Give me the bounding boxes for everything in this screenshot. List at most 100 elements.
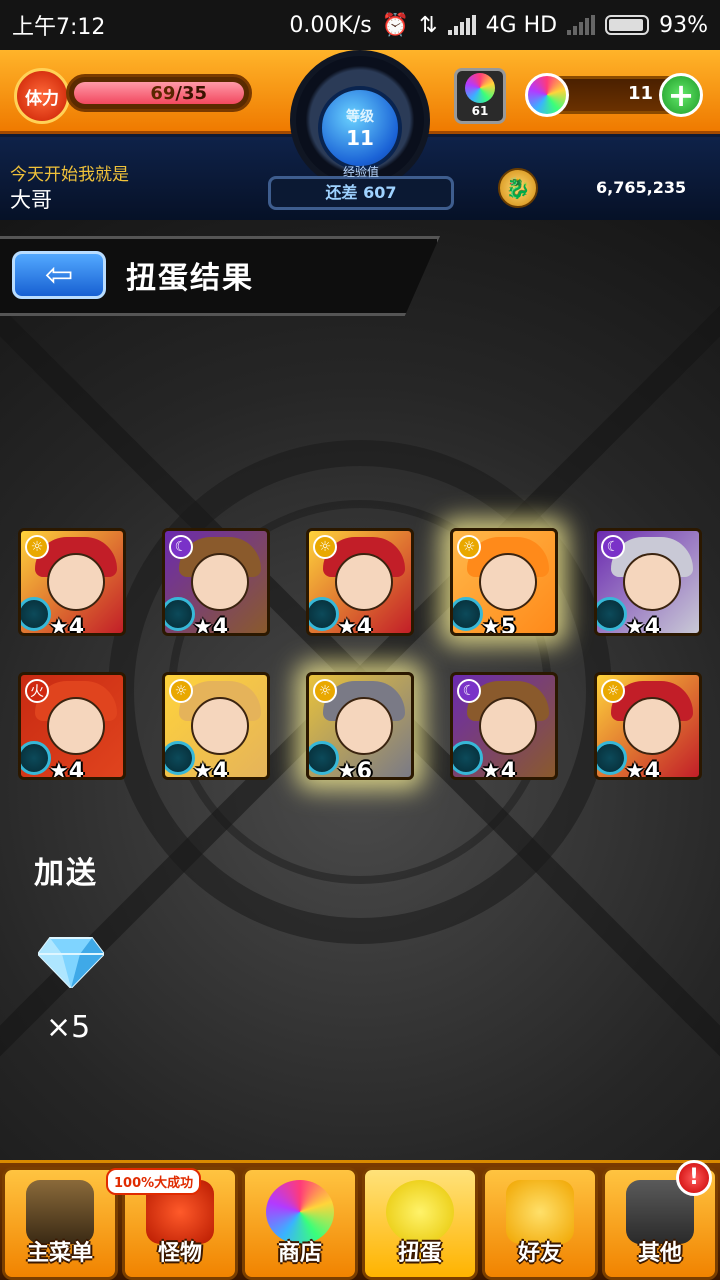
monster-face [623, 553, 681, 611]
result-card[interactable]: ☼ ★4 [306, 528, 414, 636]
orb-count: 61 [471, 104, 489, 118]
result-card[interactable]: ☼ ★6 [306, 672, 414, 780]
monster-face [191, 697, 249, 755]
coin-count: 6,765,235 [596, 178, 687, 197]
rarity-stars: ★4 [625, 759, 661, 780]
result-card[interactable]: ☼ ★4 [594, 672, 702, 780]
result-card[interactable]: ☾ ★4 [594, 528, 702, 636]
nav-item-friends[interactable]: 好友 [482, 1167, 598, 1280]
signal-icon [447, 15, 476, 35]
nav-label: 其他 [637, 1241, 682, 1266]
promo-badge: 100%大成功 [106, 1168, 202, 1195]
result-card[interactable]: 火 ★4 [18, 672, 126, 780]
result-card[interactable]: ☾ ★4 [450, 672, 558, 780]
monster-type-badge-icon [309, 597, 339, 631]
bonus-count: ×5 [46, 1010, 91, 1045]
page-title: 扭蛋结果 [126, 261, 254, 296]
rarity-stars: ★5 [481, 615, 517, 636]
level-indicator[interactable]: 等级 11 [318, 86, 402, 170]
dark-element-icon: ☾ [601, 535, 625, 559]
rarity-stars: ★4 [337, 615, 373, 636]
gem-bar: 11 + [525, 73, 703, 117]
orb-icon [465, 73, 495, 103]
monster-type-badge-icon [309, 741, 339, 775]
nav-item-orb[interactable]: 商店 [242, 1167, 358, 1280]
monster-type-badge-icon [453, 597, 483, 631]
level-label: 等级 [346, 109, 374, 125]
player-name: 大哥 [10, 188, 52, 212]
add-gems-button[interactable]: + [659, 73, 703, 117]
alert-badge: ! [676, 1160, 712, 1196]
exp-remaining: 还差 607 [325, 183, 397, 202]
player-motto: 今天开始我就是 [10, 165, 129, 185]
result-card[interactable]: ☾ ★4 [162, 528, 270, 636]
monster-type-badge-icon [165, 597, 195, 631]
result-card[interactable]: ☼ ★4 [162, 672, 270, 780]
gem-icon [525, 73, 569, 117]
gem-count: 11 [627, 83, 653, 104]
monster-type-badge-icon [165, 741, 195, 775]
battery-icon [605, 15, 650, 35]
monster-face [47, 553, 105, 611]
nav-label: 怪物 [157, 1241, 202, 1266]
nav-item-egg[interactable]: 扭蛋 [362, 1167, 478, 1280]
rarity-stars: ★4 [193, 759, 229, 780]
exp-box: 经验值 还差 607 [268, 165, 454, 210]
bonus-label: 加送 [34, 856, 98, 891]
rarity-stars: ★4 [625, 615, 661, 636]
dark-element-icon: ☾ [169, 535, 193, 559]
fire-element-icon: 火 [25, 679, 49, 703]
stamina-value: 69/35 [150, 83, 207, 104]
gacha-result-screen: ⇦ 扭蛋结果 ☼ ★4 ☾ ★4 ☼ ★4 ☼ ★5 ☾ ★4 火 ★4 ☼ ★4 ☼ ★6 ☾ ★4 ☼ ★4 加送… [0, 220, 720, 1160]
dark-element-icon: ☾ [457, 679, 481, 703]
orb-counter[interactable]: 61 [454, 68, 506, 124]
rarity-stars: ★6 [337, 759, 373, 780]
status-time: 上午7:12 [12, 15, 106, 40]
light-element-icon: ☼ [313, 679, 337, 703]
nav-item-gate[interactable]: 主菜单 [2, 1167, 118, 1280]
nav-label: 主菜单 [26, 1241, 93, 1266]
monster-face [47, 697, 105, 755]
rarity-stars: ★4 [49, 615, 85, 636]
monster-type-badge-icon [453, 741, 483, 775]
network-type: 4G HD [485, 12, 558, 38]
light-element-icon: ☼ [601, 679, 625, 703]
result-card[interactable]: ☼ ★4 [18, 528, 126, 636]
monster-type-badge-icon [597, 597, 627, 631]
signal-secondary-icon [567, 15, 596, 35]
nav-label: 商店 [277, 1241, 322, 1266]
monster-type-badge-icon [21, 741, 51, 775]
status-bar: 上午7:12 0.00K/s ⏰ ⇅ 4G HD 93% [0, 0, 720, 50]
level-value: 11 [346, 126, 374, 150]
monster-type-badge-icon [21, 597, 51, 631]
status-right: 0.00K/s ⏰ ⇅ 4G HD 93% [289, 13, 708, 38]
rarity-stars: ★4 [49, 759, 85, 780]
stamina-icon: 体力 [14, 68, 70, 124]
coin-icon: 🐉 [498, 168, 538, 208]
light-element-icon: ☼ [457, 535, 481, 559]
back-arrow-icon: ⇦ [44, 255, 74, 295]
alarm-icon: ⏰ [381, 12, 410, 38]
network-speed: 0.00K/s [289, 12, 372, 38]
stamina-bar: 69/35 [66, 74, 252, 112]
nav-label: 好友 [517, 1241, 562, 1266]
stamina-label: 体力 [25, 88, 59, 109]
battery-percent: 93% [659, 12, 708, 38]
monster-face [479, 697, 537, 755]
light-element-icon: ☼ [25, 535, 49, 559]
monster-face [335, 553, 393, 611]
rarity-stars: ★4 [193, 615, 229, 636]
result-card[interactable]: ☼ ★5 [450, 528, 558, 636]
game-header: 体力 69/35 等级 11 经验值 还差 607 61 11 + 今天开始我就… [0, 50, 720, 220]
light-element-icon: ☼ [313, 535, 337, 559]
monster-face [479, 553, 537, 611]
monster-face [335, 697, 393, 755]
monster-face [191, 553, 249, 611]
data-transfer-icon: ⇅ [419, 12, 438, 38]
back-button[interactable]: ⇦ [12, 251, 106, 299]
diamond-icon [38, 937, 104, 988]
light-element-icon: ☼ [169, 679, 193, 703]
rarity-stars: ★4 [481, 759, 517, 780]
exp-label: 经验值 [342, 165, 379, 179]
monster-type-badge-icon [597, 741, 627, 775]
